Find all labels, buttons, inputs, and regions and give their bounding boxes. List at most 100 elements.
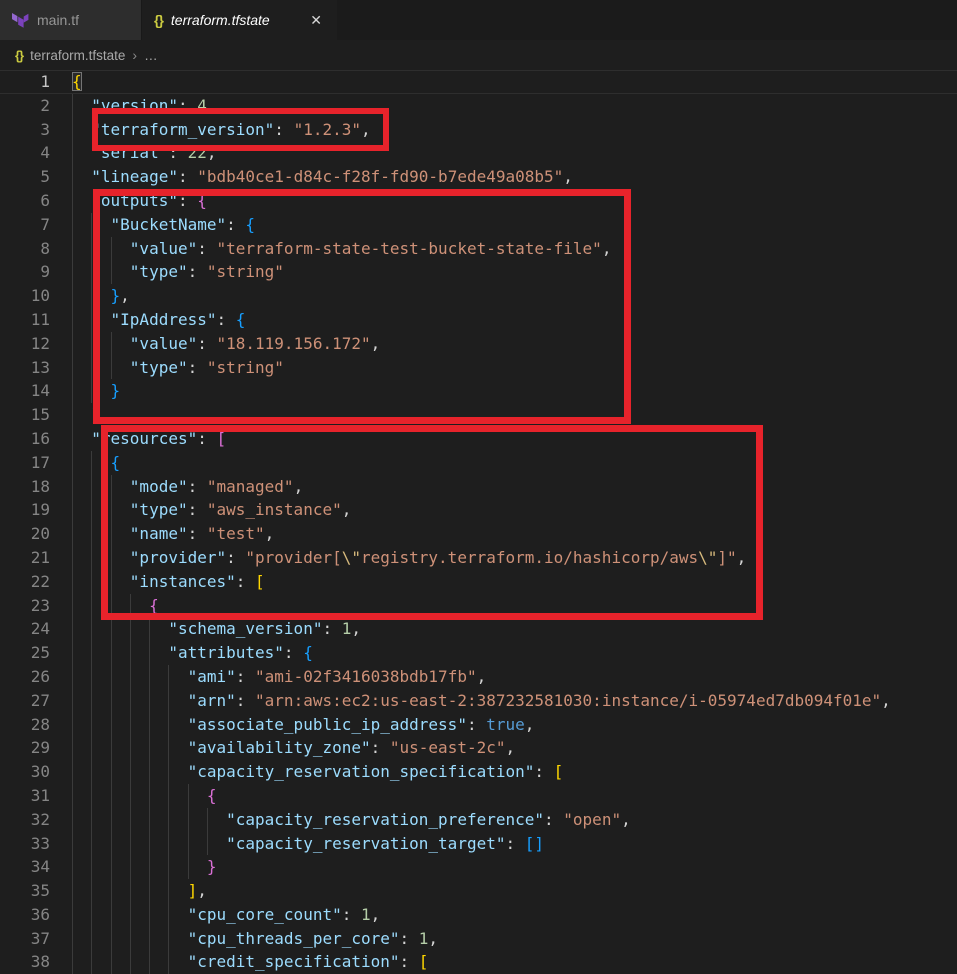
code-text: "arn": "arn:aws:ec2:us-east-2:3872325810… xyxy=(187,690,891,710)
line-number: 32 xyxy=(30,809,50,829)
code-text: "type": "string" xyxy=(129,357,284,377)
code-line-8[interactable]: 8 "value": "terraform-state-test-bucket-… xyxy=(0,236,957,261)
code-text: "type": "aws_instance", xyxy=(129,500,352,520)
line-number: 22 xyxy=(30,571,50,591)
breadcrumb-item-more[interactable]: … xyxy=(144,48,158,63)
code-line-29[interactable]: 29 "availability_zone": "us-east-2c", xyxy=(0,736,957,761)
line-number: 24 xyxy=(30,619,50,639)
code-line-12[interactable]: 12 "value": "18.119.156.172", xyxy=(0,331,957,356)
line-number: 4 xyxy=(40,143,50,163)
code-line-27[interactable]: 27 "arn": "arn:aws:ec2:us-east-2:3872325… xyxy=(0,688,957,713)
line-number: 10 xyxy=(30,286,50,306)
line-number: 38 xyxy=(30,952,50,972)
code-line-17[interactable]: 17 { xyxy=(0,450,957,475)
code-line-4[interactable]: 4 "serial": 22, xyxy=(0,141,957,166)
json-braces-icon: {} xyxy=(154,12,164,28)
line-number: 9 xyxy=(40,262,50,282)
code-line-9[interactable]: 9 "type": "string" xyxy=(0,260,957,285)
code-text: "mode": "managed", xyxy=(129,476,304,496)
code-line-15[interactable]: 15 }, xyxy=(0,403,957,427)
code-line-36[interactable]: 36 "cpu_core_count": 1, xyxy=(0,902,957,927)
line-number: 18 xyxy=(30,476,50,496)
line-number: 29 xyxy=(30,738,50,758)
line-number: 19 xyxy=(30,500,50,520)
line-number: 27 xyxy=(30,690,50,710)
code-line-10[interactable]: 10 }, xyxy=(0,284,957,308)
code-text: "IpAddress": { xyxy=(110,309,246,329)
code-text: } xyxy=(206,857,217,877)
line-number: 23 xyxy=(30,595,50,615)
close-icon[interactable]: ✕ xyxy=(307,10,325,31)
line-number: 13 xyxy=(30,357,50,377)
code-line-14[interactable]: 14 } xyxy=(0,379,957,404)
code-line-23[interactable]: 23 { xyxy=(0,593,957,618)
code-line-5[interactable]: 5 "lineage": "bdb40ce1-d84c-f28f-fd90-b7… xyxy=(0,165,957,189)
tab-terraform-tfstate[interactable]: {} terraform.tfstate ✕ xyxy=(142,0,337,40)
code-line-18[interactable]: 18 "mode": "managed", xyxy=(0,474,957,499)
code-text: { xyxy=(72,72,82,91)
line-number: 33 xyxy=(30,833,50,853)
code-text: } xyxy=(110,381,121,401)
tab-main-tf[interactable]: main.tf xyxy=(0,0,142,40)
line-number: 37 xyxy=(30,928,50,948)
line-number: 7 xyxy=(40,214,50,234)
line-number: 8 xyxy=(40,238,50,258)
code-text: "type": "string" xyxy=(129,262,284,282)
code-text: "cpu_core_count": 1, xyxy=(187,904,381,924)
line-number: 28 xyxy=(30,714,50,734)
line-number: 21 xyxy=(30,547,50,567)
code-line-37[interactable]: 37 "cpu_threads_per_core": 1, xyxy=(0,926,957,951)
breadcrumb-item-file[interactable]: terraform.tfstate xyxy=(30,48,125,63)
line-number: 34 xyxy=(30,857,50,877)
code-line-26[interactable]: 26 "ami": "ami-02f3416038bdb17fb", xyxy=(0,664,957,689)
code-line-11[interactable]: 11 "IpAddress": { xyxy=(0,307,957,332)
code-text: "name": "test", xyxy=(129,524,275,544)
code-editor[interactable]: 1{2 "version": 4, 3 "terraform_version": … xyxy=(0,70,957,974)
code-line-28[interactable]: 28 "associate_public_ip_address": true, xyxy=(0,712,957,737)
code-line-2[interactable]: 2 "version": 4, xyxy=(0,93,957,118)
code-text: "terraform_version": "1.2.3", xyxy=(91,119,371,139)
code-text: "ami": "ami-02f3416038bdb17fb", xyxy=(187,666,487,686)
code-line-1[interactable]: 1{ xyxy=(0,70,957,94)
code-line-7[interactable]: 7 "BucketName": { xyxy=(0,212,957,237)
line-number: 14 xyxy=(30,381,50,401)
code-line-25[interactable]: 25 "attributes": { xyxy=(0,641,957,665)
breadcrumb: {} terraform.tfstate › … xyxy=(0,40,957,70)
code-text: "instances": [ xyxy=(129,571,265,591)
line-number: 16 xyxy=(30,428,50,448)
code-line-24[interactable]: 24 "schema_version": 1, xyxy=(0,617,957,642)
code-line-16[interactable]: 16 "resources": [ xyxy=(0,426,957,451)
code-line-21[interactable]: 21 "provider": "provider[\"registry.terr… xyxy=(0,545,957,570)
code-text: ], xyxy=(187,881,207,901)
line-number: 5 xyxy=(40,167,50,187)
code-line-3[interactable]: 3 "terraform_version": "1.2.3", xyxy=(0,117,957,142)
code-line-30[interactable]: 30 "capacity_reservation_specification":… xyxy=(0,760,957,784)
code-line-19[interactable]: 19 "type": "aws_instance", xyxy=(0,498,957,523)
code-line-33[interactable]: 33 "capacity_reservation_target": [] xyxy=(0,831,957,856)
line-number: 3 xyxy=(40,119,50,139)
code-text: "availability_zone": "us-east-2c", xyxy=(187,738,516,758)
code-line-35[interactable]: 35 ], xyxy=(0,879,957,903)
code-line-20[interactable]: 20 "name": "test", xyxy=(0,522,957,546)
code-line-6[interactable]: 6 "outputs": { xyxy=(0,188,957,213)
code-text: "associate_public_ip_address": true, xyxy=(187,714,535,734)
code-text: "cpu_threads_per_core": 1, xyxy=(187,928,439,948)
code-text: { xyxy=(110,452,121,472)
line-number: 1 xyxy=(40,72,50,91)
code-line-31[interactable]: 31 { xyxy=(0,783,957,808)
code-line-13[interactable]: 13 "type": "string" xyxy=(0,355,957,380)
code-line-32[interactable]: 32 "capacity_reservation_preference": "o… xyxy=(0,807,957,832)
code-text: "attributes": { xyxy=(168,643,313,663)
code-text: "BucketName": { xyxy=(110,214,256,234)
line-number: 15 xyxy=(30,405,50,425)
code-text: "value": "18.119.156.172", xyxy=(129,333,381,353)
line-number: 2 xyxy=(40,95,50,115)
line-number: 26 xyxy=(30,666,50,686)
line-number: 20 xyxy=(30,524,50,544)
code-line-34[interactable]: 34 } xyxy=(0,855,957,880)
code-text: { xyxy=(206,785,217,805)
code-line-22[interactable]: 22 "instances": [ xyxy=(0,569,957,594)
code-text: }, xyxy=(110,286,130,306)
code-line-38[interactable]: 38 "credit_specification": [ xyxy=(0,950,957,974)
code-text: }, xyxy=(91,405,111,425)
